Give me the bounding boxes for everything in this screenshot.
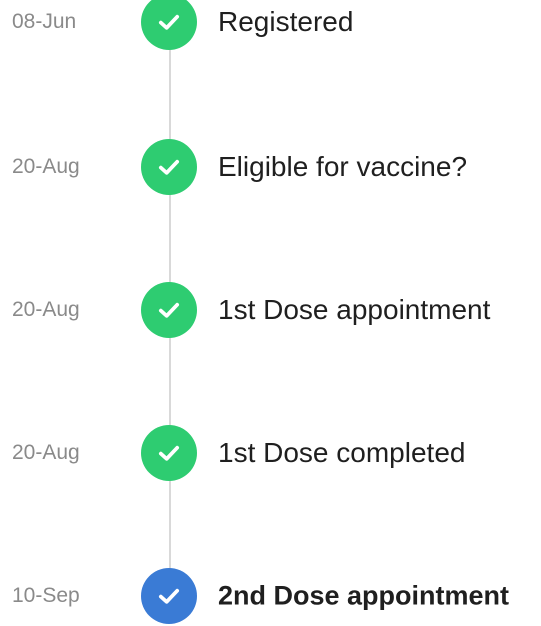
check-icon [141, 139, 197, 195]
step-date: 10-Sep [12, 584, 80, 607]
check-icon [141, 282, 197, 338]
check-icon [141, 425, 197, 481]
step-date: 20-Aug [12, 155, 80, 178]
step-label: 2nd Dose appointment [218, 580, 510, 611]
step-label: Registered [218, 6, 354, 37]
status-timeline: 08-Jun Registered 20-Aug Eligible for va… [0, 0, 541, 624]
timeline-step-first-dose-completed: 20-Aug 1st Dose completed [0, 423, 541, 483]
step-label: 1st Dose completed [218, 437, 466, 468]
step-date: 20-Aug [12, 441, 80, 464]
timeline-step-eligible: 20-Aug Eligible for vaccine? [0, 137, 541, 197]
step-label: Eligible for vaccine? [218, 151, 468, 182]
check-icon [141, 0, 197, 50]
timeline-step-first-dose-appointment: 20-Aug 1st Dose appointment [0, 280, 541, 340]
timeline-step-second-dose-appointment: 10-Sep 2nd Dose appointment [0, 566, 541, 626]
step-date: 20-Aug [12, 298, 80, 321]
step-label: 1st Dose appointment [218, 294, 491, 325]
step-date: 08-Jun [12, 10, 77, 33]
timeline-step-registered: 08-Jun Registered [0, 0, 541, 52]
check-icon [141, 568, 197, 624]
